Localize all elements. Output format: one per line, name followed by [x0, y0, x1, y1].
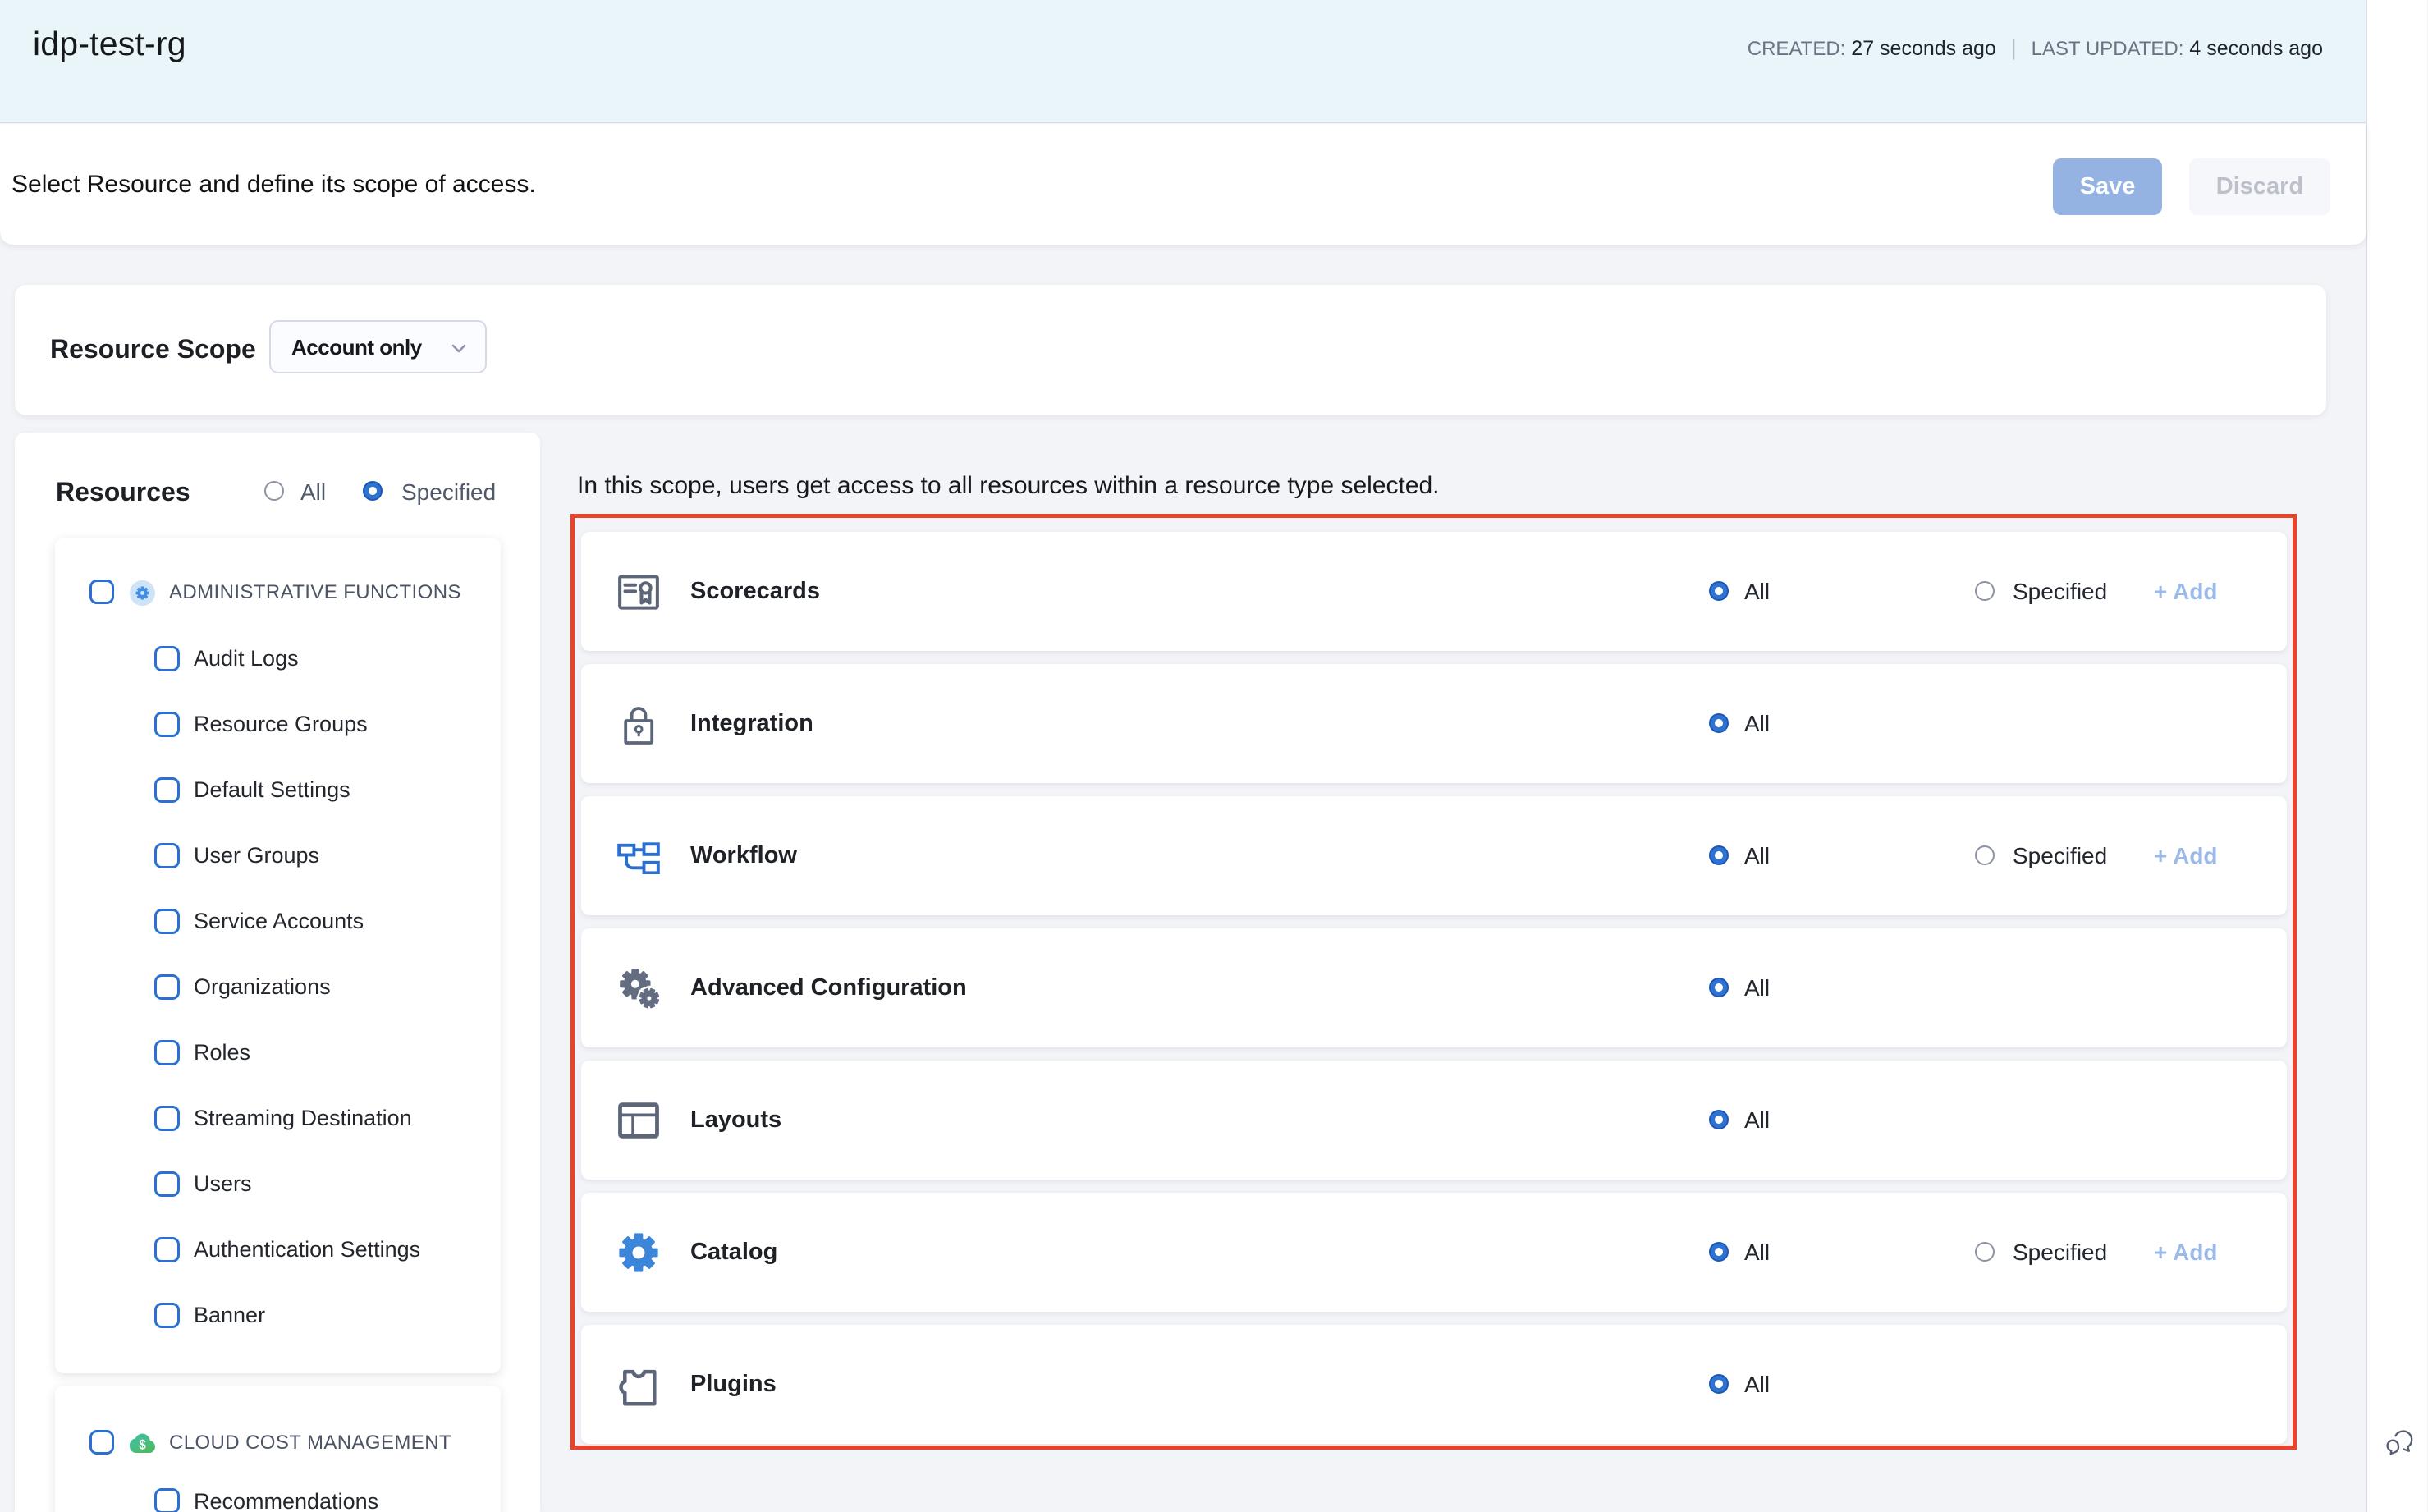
svg-text:$: $: [139, 1437, 146, 1452]
